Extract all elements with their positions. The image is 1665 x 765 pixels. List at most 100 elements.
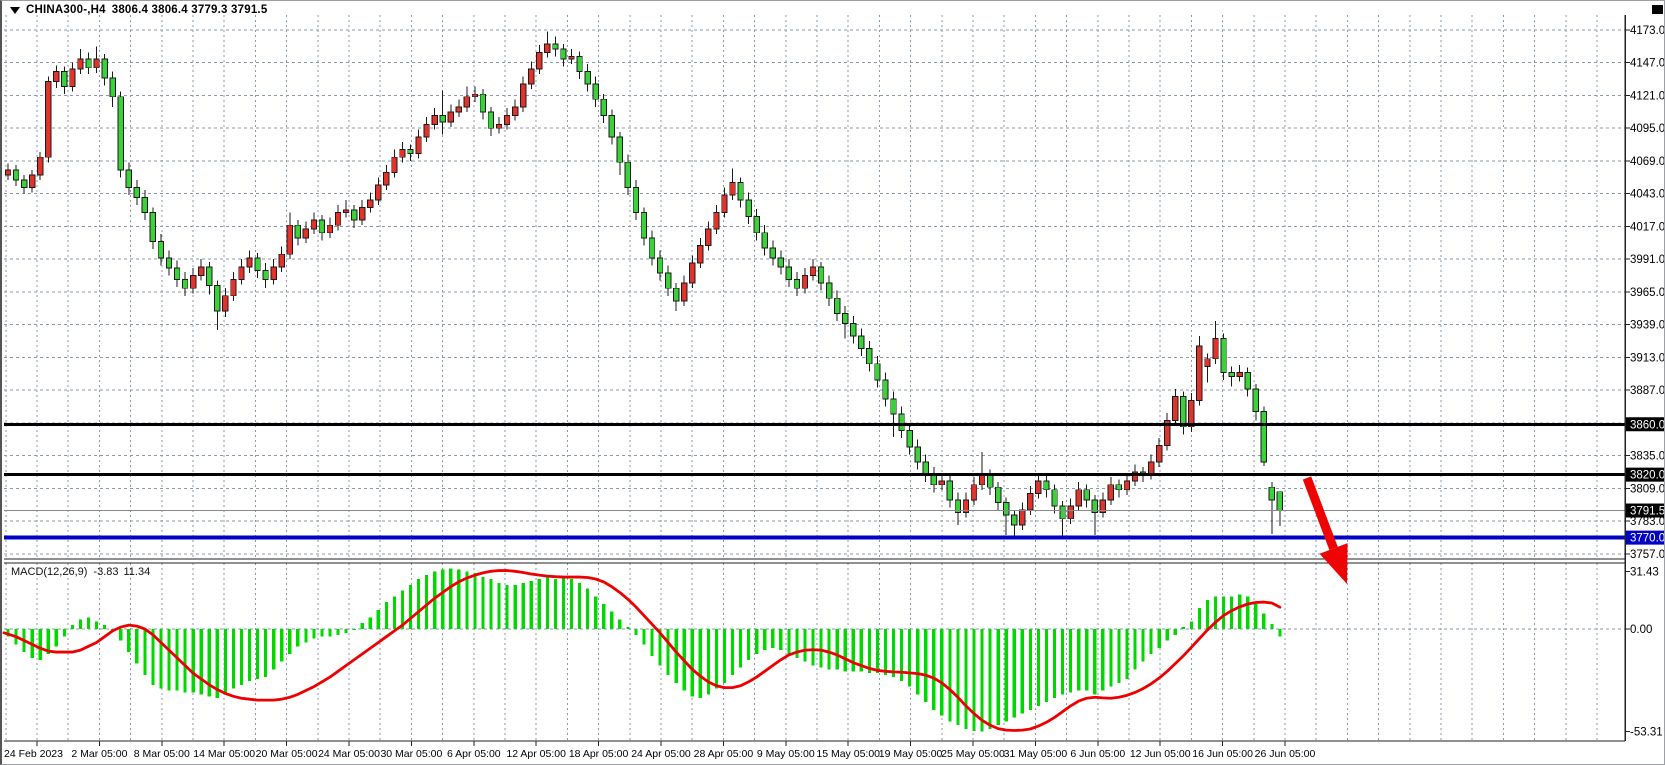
- time-axis-label: 2 Mar 05:00: [71, 748, 127, 760]
- candle: [1044, 476, 1049, 497]
- chart-shift-marker[interactable]: [1652, 5, 1663, 14]
- candle: [150, 208, 155, 250]
- candle: [1221, 334, 1226, 381]
- candle: [641, 208, 646, 246]
- candle: [464, 87, 469, 112]
- candle: [1060, 501, 1065, 539]
- candle: [521, 77, 526, 112]
- candle: [1197, 336, 1202, 405]
- candle: [215, 281, 220, 330]
- macd-axis: 31.430.00-53.31: [1625, 567, 1663, 739]
- svg-text:4173.0: 4173.0: [1630, 25, 1665, 37]
- candle: [955, 492, 960, 525]
- candle: [239, 259, 244, 284]
- candle: [1237, 365, 1242, 381]
- candle: [786, 259, 791, 287]
- candle: [54, 65, 59, 88]
- candle: [29, 170, 34, 193]
- candle: [529, 61, 534, 89]
- candle: [343, 200, 348, 218]
- candle: [633, 180, 638, 220]
- candle: [279, 247, 284, 272]
- candle: [1020, 502, 1025, 530]
- candle: [778, 250, 783, 274]
- trend-arrow-annotation[interactable]: [1307, 478, 1348, 584]
- price-axis: 4173.04147.04121.04095.04069.04043.04017…: [1625, 25, 1665, 561]
- candle: [843, 306, 848, 339]
- svg-text:31.43: 31.43: [1630, 567, 1659, 579]
- candle: [424, 117, 429, 142]
- candle: [698, 238, 703, 268]
- candle: [561, 44, 566, 67]
- svg-text:4069.0: 4069.0: [1630, 156, 1665, 168]
- candle: [223, 288, 228, 317]
- time-axis-label: 24 Feb 2023: [4, 748, 63, 760]
- candle: [134, 180, 139, 205]
- svg-text:3809.0: 3809.0: [1630, 483, 1665, 495]
- candle: [207, 262, 212, 295]
- candle: [1261, 407, 1266, 466]
- svg-text:4147.0: 4147.0: [1630, 58, 1665, 70]
- candle: [915, 439, 920, 469]
- candle: [1076, 482, 1081, 511]
- candle: [826, 276, 831, 306]
- time-axis-label: 18 Apr 05:00: [569, 748, 629, 760]
- time-axis-label: 15 May 05:00: [816, 748, 880, 760]
- time-axis-label: 24 Apr 05:00: [631, 748, 691, 760]
- candle: [351, 205, 356, 228]
- candle: [231, 272, 236, 301]
- candle: [1092, 495, 1097, 535]
- candle: [1213, 321, 1218, 364]
- svg-text:4095.0: 4095.0: [1630, 123, 1665, 135]
- macd-indicator-label: MACD(12,26,9)-3.8311.34: [11, 566, 155, 578]
- chart-canvas[interactable]: 4173.04147.04121.04095.04069.04043.04017…: [2, 1, 1665, 765]
- time-axis-label: 28 Apr 05:00: [694, 748, 754, 760]
- hlines-layer[interactable]: [4, 424, 1625, 537]
- candle: [682, 276, 687, 306]
- candle: [706, 221, 711, 250]
- candle: [102, 54, 107, 85]
- candle: [263, 263, 268, 288]
- candle: [360, 200, 365, 225]
- svg-text:3913.0: 3913.0: [1630, 352, 1665, 364]
- candle: [995, 482, 1000, 510]
- time-axis-label: 26 Jun 05:00: [1255, 748, 1316, 760]
- svg-text:3783.0: 3783.0: [1630, 516, 1665, 528]
- candle: [609, 109, 614, 144]
- candle: [762, 225, 767, 255]
- candle: [456, 99, 461, 117]
- candle: [923, 454, 928, 482]
- candle: [553, 36, 558, 56]
- time-axis-label: 19 May 05:00: [879, 748, 943, 760]
- candle: [174, 261, 179, 287]
- svg-text:3887.0: 3887.0: [1630, 385, 1665, 397]
- time-axis-label: 6 Apr 05:00: [447, 748, 501, 760]
- candle: [142, 190, 147, 220]
- candle: [199, 259, 204, 280]
- time-axis-label: 31 May 05:00: [1004, 748, 1068, 760]
- candle: [110, 72, 115, 107]
- candle: [247, 250, 252, 273]
- candle: [1116, 480, 1121, 498]
- candle: [21, 175, 26, 194]
- svg-text:4017.0: 4017.0: [1630, 221, 1665, 233]
- candle: [577, 51, 582, 79]
- ohlc-toggle-icon[interactable]: [10, 7, 20, 14]
- time-axis-label: 16 Jun 05:00: [1192, 748, 1253, 760]
- candle: [118, 92, 123, 178]
- svg-text:4121.0: 4121.0: [1630, 90, 1665, 102]
- candle: [38, 152, 43, 180]
- svg-text:3820.0: 3820.0: [1630, 470, 1665, 482]
- time-axis-label: 8 Mar 05:00: [134, 748, 190, 760]
- svg-text:3835.0: 3835.0: [1630, 451, 1665, 463]
- candle: [617, 132, 622, 175]
- ohlc-values-label: 3806.4 3806.4 3779.3 3791.5: [112, 4, 268, 16]
- candle: [545, 31, 550, 57]
- candle: [287, 213, 292, 260]
- candle: [448, 104, 453, 127]
- macd-main-value: -3.83: [93, 566, 118, 578]
- candle: [62, 67, 67, 95]
- candle: [496, 117, 501, 133]
- candle: [190, 268, 195, 293]
- candle: [851, 316, 856, 344]
